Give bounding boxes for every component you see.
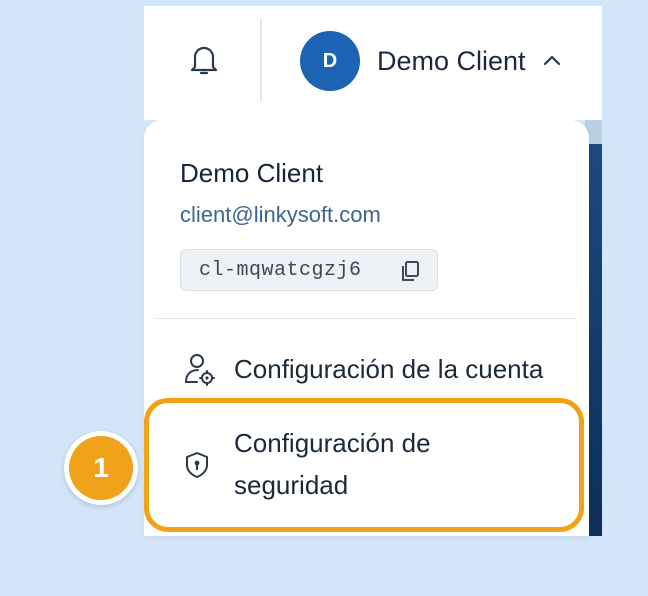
notifications-button[interactable] <box>186 42 222 78</box>
avatar[interactable]: D <box>300 31 360 91</box>
header-divider <box>260 18 262 102</box>
dropdown-divider <box>156 318 576 319</box>
dropdown-user-name: Demo Client <box>180 158 324 188</box>
user-menu-dropdown: Demo Client client@linkysoft.com cl-mqwa… <box>144 120 589 536</box>
header-user-name[interactable]: Demo Client <box>377 44 526 78</box>
client-id: cl-mqwatcgzj6 <box>199 258 362 282</box>
tutorial-step-badge: 1 <box>64 431 138 505</box>
user-gear-icon <box>185 354 215 386</box>
dropdown-user-email: client@linkysoft.com <box>180 202 381 227</box>
shield-lock-icon <box>186 452 208 478</box>
menu-item-label: Configuración de la cuenta <box>234 353 544 384</box>
menu-item-label: Configuración de seguridad <box>234 428 431 500</box>
menu-item-security-settings[interactable]: Configuración de seguridad <box>144 398 586 534</box>
client-id-chip: cl-mqwatcgzj6 <box>180 249 438 291</box>
step-number: 1 <box>69 436 133 500</box>
chevron-up-icon[interactable] <box>540 48 564 72</box>
menu-item-account-settings[interactable]: Configuración de la cuenta <box>170 344 580 394</box>
copy-icon[interactable] <box>399 260 421 282</box>
bell-icon <box>190 46 218 75</box>
